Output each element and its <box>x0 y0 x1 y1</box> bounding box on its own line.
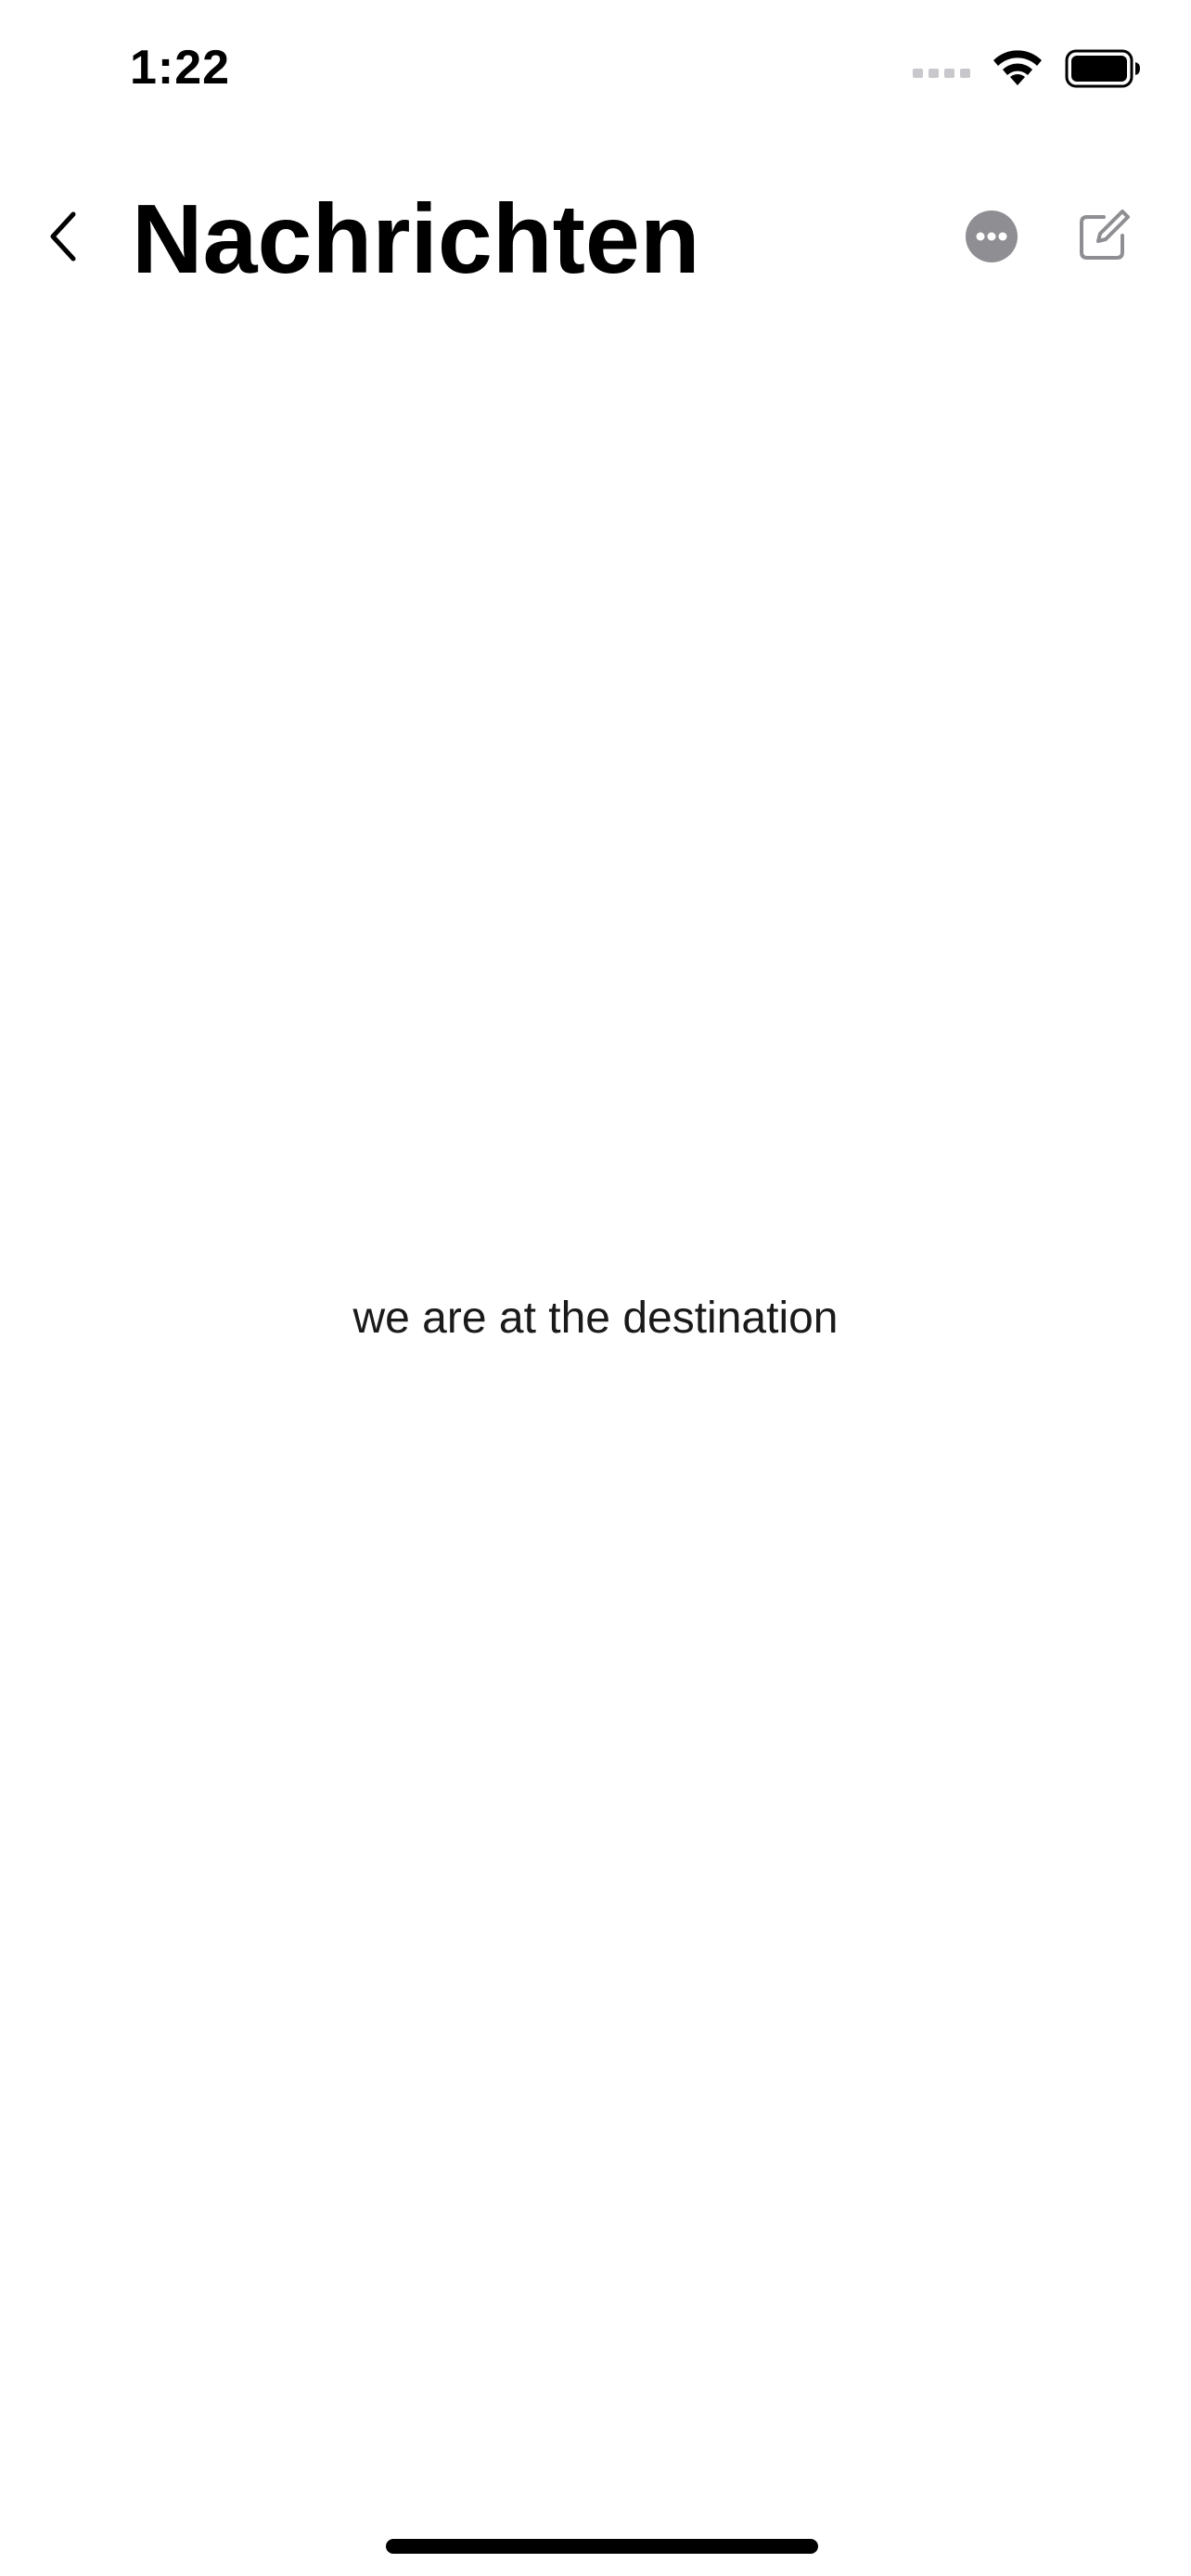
chevron-left-icon <box>50 211 76 261</box>
empty-state-message: we are at the destination <box>352 1294 839 1343</box>
nav-bar: Nachrichten <box>0 167 1191 306</box>
home-indicator[interactable] <box>386 2539 818 2554</box>
status-bar: 1:22 <box>0 0 1191 130</box>
battery-icon <box>1065 49 1140 88</box>
status-icons <box>913 43 1141 95</box>
cellular-signal-icon <box>913 69 970 78</box>
page-title: Nachrichten <box>132 185 700 294</box>
more-button[interactable] <box>965 210 1018 263</box>
wifi-icon <box>993 50 1042 85</box>
compose-icon <box>1080 210 1130 260</box>
compose-button[interactable] <box>1076 208 1132 263</box>
status-time: 1:22 <box>130 41 231 95</box>
back-button[interactable] <box>28 195 98 278</box>
more-circle-icon <box>966 210 1018 262</box>
